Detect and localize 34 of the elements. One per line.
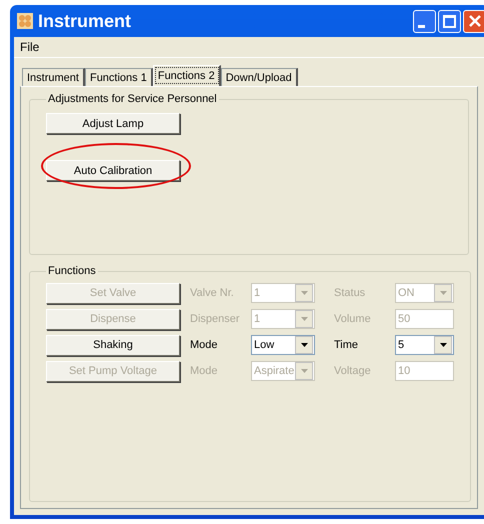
push-button[interactable]: Adjust Lamp <box>46 113 180 134</box>
field-label: Mode <box>190 339 219 351</box>
close-button[interactable] <box>463 10 484 32</box>
tab[interactable]: Functions 2 <box>152 65 221 86</box>
push-button[interactable]: Shaking <box>46 334 180 356</box>
menu-item[interactable]: File <box>20 40 40 54</box>
maximize-button[interactable] <box>438 10 461 32</box>
minimize-icon <box>418 24 425 28</box>
close-icon <box>468 15 480 27</box>
field-label: Voltage <box>334 365 372 377</box>
tab[interactable]: Functions 1 <box>84 68 153 86</box>
dropdown-field[interactable]: Low <box>251 335 315 355</box>
field-label: Valve Nr. <box>190 287 235 299</box>
dropdown-arrow-icon <box>300 317 308 321</box>
dropdown-field[interactable]: 5 <box>395 335 454 355</box>
dropdown-arrow-icon <box>300 369 308 373</box>
field-label: Time <box>334 339 360 351</box>
field-label: Mode <box>190 365 219 377</box>
dropdown-arrow-icon <box>300 291 308 295</box>
field-label: Dispenser <box>190 313 241 325</box>
dropdown-arrow-icon <box>300 343 308 347</box>
group-title: Adjustments for Service Personnel <box>47 93 218 105</box>
tab[interactable]: Instrument <box>22 68 85 86</box>
group-title: Functions <box>47 265 97 277</box>
tab[interactable]: Down/Upload <box>220 68 298 86</box>
field-label: Volume <box>334 313 372 325</box>
dropdown-arrow-icon <box>440 343 446 347</box>
dropdown-arrow-icon <box>440 291 446 295</box>
window-title: Instrument <box>38 10 132 32</box>
app-icon <box>16 12 34 30</box>
field-label: Status <box>334 287 366 299</box>
push-button[interactable]: Auto Calibration <box>46 160 180 181</box>
maximize-icon <box>443 14 456 28</box>
minimize-button[interactable] <box>413 10 436 32</box>
